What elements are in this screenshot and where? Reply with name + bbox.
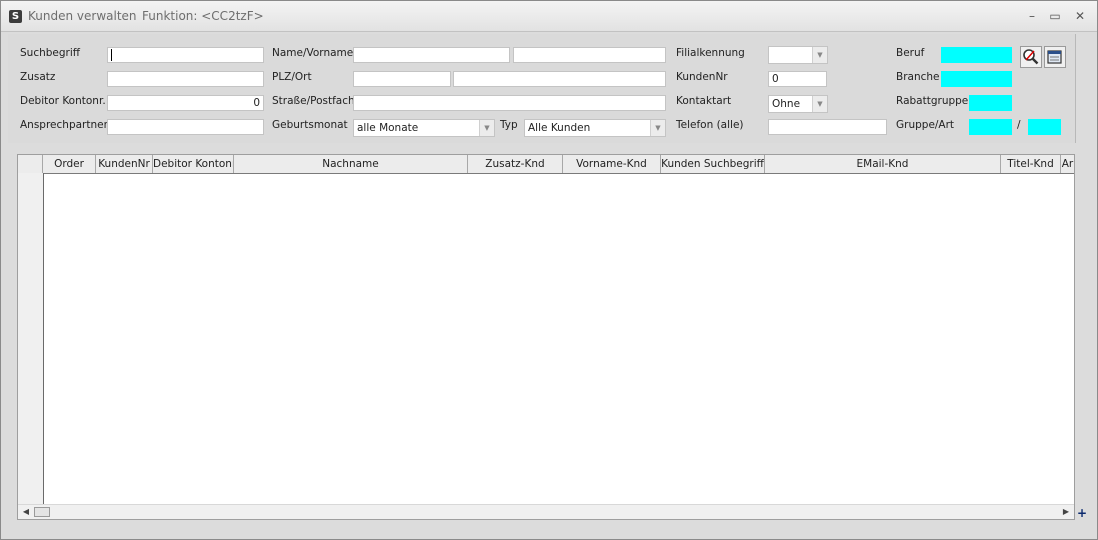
text-cursor (111, 49, 112, 61)
column-header-email[interactable]: EMail-Knd (765, 155, 1001, 173)
minimize-button[interactable]: – (1023, 7, 1041, 25)
clear-form-button[interactable] (1044, 46, 1066, 68)
gruppe-art-label: Gruppe/Art (896, 119, 955, 131)
geburtsmonat-value: alle Monate (357, 122, 419, 134)
chevron-down-icon[interactable]: ▼ (812, 96, 827, 112)
customer-management-window: S Kunden verwalten Funktion: <CC2tzF> – … (0, 0, 1098, 540)
beruf-label: Beruf (896, 47, 925, 59)
search-button[interactable] (1020, 46, 1042, 68)
title-bar: S Kunden verwalten Funktion: <CC2tzF> – … (1, 1, 1097, 32)
grid-header: Order KundenNr Debitor Kontonr. Nachname… (18, 155, 1074, 174)
scroll-left-icon[interactable]: ◀ (19, 505, 33, 519)
strasse-label: Straße/Postfach (272, 95, 355, 107)
strasse-input[interactable] (353, 95, 666, 111)
kontaktart-select[interactable]: Ohne ▼ (768, 95, 828, 113)
column-header-kundennr[interactable]: KundenNr (96, 155, 153, 173)
magnifier-icon (1023, 49, 1039, 65)
chevron-down-icon[interactable]: ▼ (650, 120, 665, 136)
branche-field[interactable] (941, 71, 1012, 87)
plz-ort-label: PLZ/Ort (272, 71, 312, 83)
typ-label: Typ (500, 119, 518, 131)
geburtsmonat-label: Geburtsmonat (272, 119, 348, 131)
zusatz-input[interactable] (107, 71, 264, 87)
chevron-down-icon[interactable]: ▼ (479, 120, 494, 136)
clear-form-icon (1047, 50, 1062, 64)
gruppe-field[interactable] (969, 119, 1012, 135)
chevron-down-icon[interactable]: ▼ (812, 47, 827, 63)
maximize-icon: ▭ (1049, 9, 1061, 23)
maximize-button[interactable]: ▭ (1046, 7, 1064, 25)
zusatz-label: Zusatz (20, 71, 56, 83)
minimize-icon: – (1029, 9, 1035, 23)
branche-label: Branche (896, 71, 940, 83)
column-header-vorname[interactable]: Vorname-Knd (563, 155, 661, 173)
ort-input[interactable] (453, 71, 666, 87)
column-header-truncated[interactable]: Ar (1061, 155, 1074, 173)
geburtsmonat-select[interactable]: alle Monate ▼ (353, 119, 495, 137)
suchbegriff-label: Suchbegriff (20, 47, 81, 59)
column-header-zusatz[interactable]: Zusatz-Knd (468, 155, 563, 173)
debitor-input[interactable]: 0 (107, 95, 264, 111)
kontaktart-label: Kontaktart (676, 95, 732, 107)
gruppe-art-separator: / (1017, 119, 1021, 131)
telefon-label: Telefon (alle) (676, 119, 744, 131)
filialkennung-label: Filialkennung (676, 47, 745, 59)
rabattgruppe-label: Rabattgruppe (896, 95, 969, 107)
typ-value: Alle Kunden (528, 122, 591, 134)
column-header-suchbegriff[interactable]: Kunden Suchbegriff (661, 155, 765, 173)
typ-select[interactable]: Alle Kunden ▼ (524, 119, 666, 137)
name-input[interactable] (353, 47, 510, 63)
kontaktart-value: Ohne (772, 98, 801, 110)
close-icon: ✕ (1074, 9, 1086, 23)
telefon-input[interactable] (768, 119, 887, 135)
app-logo-icon: S (9, 10, 22, 23)
rabattgruppe-field[interactable] (969, 95, 1012, 111)
function-label: Funktion: <CC2tzF> (142, 9, 264, 23)
filialkennung-select[interactable]: ▼ (768, 46, 828, 64)
plz-input[interactable] (353, 71, 451, 87)
scroll-thumb[interactable] (34, 507, 50, 517)
horizontal-scrollbar[interactable]: ◀ ▶ (18, 504, 1074, 519)
beruf-field[interactable] (941, 47, 1012, 63)
row-indicator-column (18, 173, 44, 505)
ansprechpartner-input[interactable] (107, 119, 264, 135)
customer-grid[interactable]: Order KundenNr Debitor Kontonr. Nachname… (17, 154, 1075, 520)
close-button[interactable]: ✕ (1071, 7, 1089, 25)
kundennr-label: KundenNr (676, 71, 728, 83)
window-title: Kunden verwalten (28, 9, 137, 23)
art-field[interactable] (1028, 119, 1061, 135)
add-row-icon[interactable]: + (1077, 507, 1087, 519)
grid-header-corner (18, 155, 43, 173)
column-header-debitor[interactable]: Debitor Kontonr. (153, 155, 234, 173)
kundennr-input[interactable]: 0 (768, 71, 827, 87)
debitor-label: Debitor Kontonr. (20, 95, 106, 107)
name-vorname-label: Name/Vorname (272, 47, 354, 59)
column-header-order[interactable]: Order (43, 155, 96, 173)
scroll-right-icon[interactable]: ▶ (1059, 505, 1073, 519)
vorname-input[interactable] (513, 47, 666, 63)
suchbegriff-input[interactable] (107, 47, 264, 63)
column-header-titel[interactable]: Titel-Knd (1001, 155, 1061, 173)
column-header-nachname[interactable]: Nachname (234, 155, 468, 173)
ansprechpartner-label: Ansprechpartner (20, 119, 108, 131)
